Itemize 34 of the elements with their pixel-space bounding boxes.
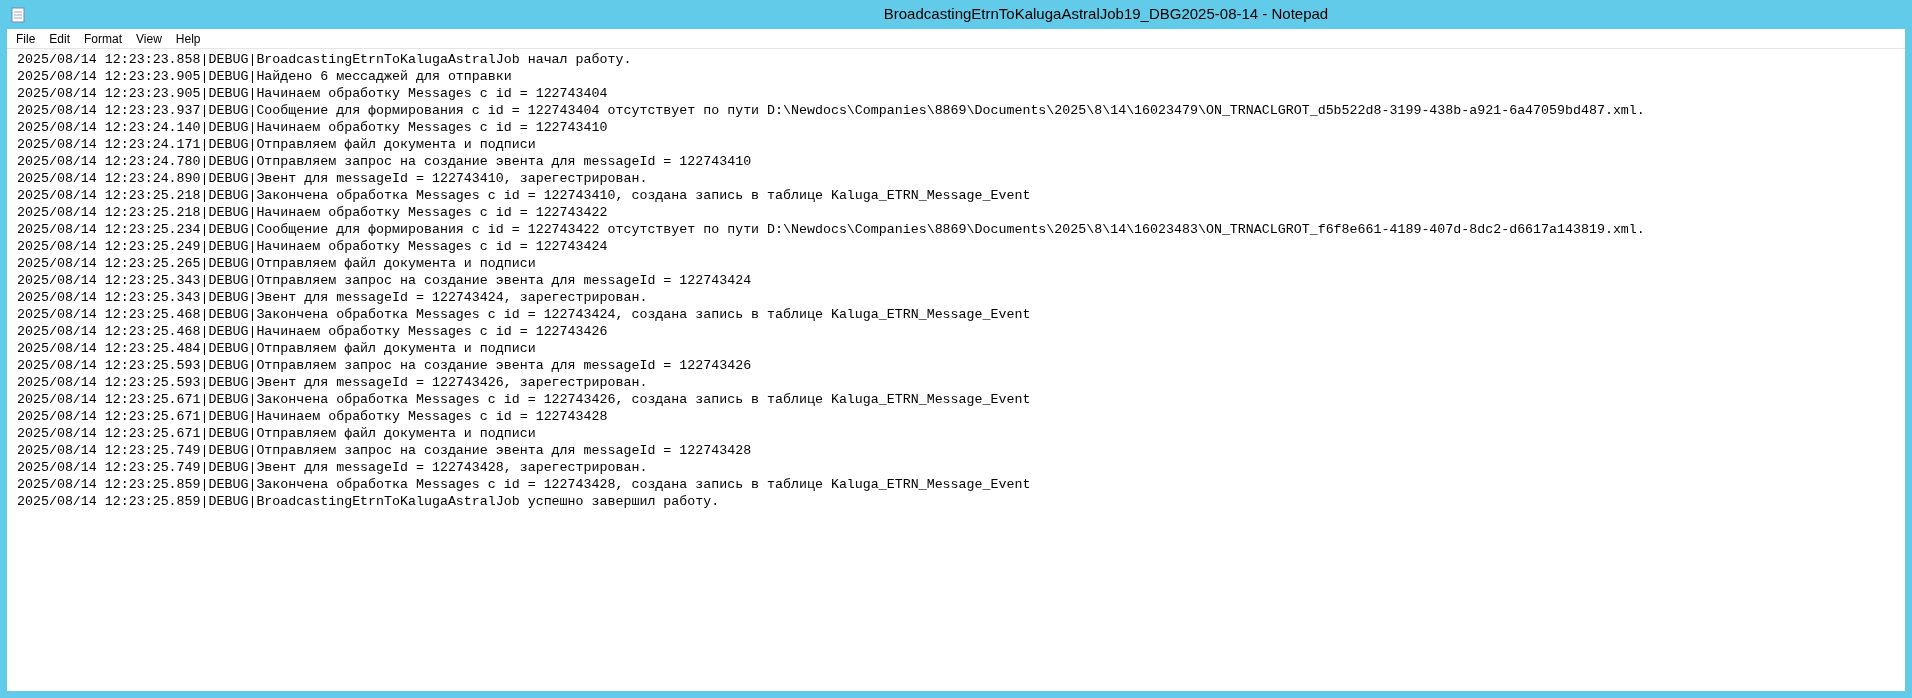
- log-line: 2025/08/14 12:23:24.171|DEBUG|Отправляем файл документа и подписи: [17, 136, 536, 153]
- log-line: 2025/08/14 12:23:25.671|DEBUG|Закончена обработка Messages с id = 122743426, создана запись в таблице Kaluga_ETRN_Message_Event: [17, 391, 1031, 408]
- log-line: 2025/08/14 12:23:25.468|DEBUG|Начинаем обработку Messages с id = 122743426: [17, 323, 608, 340]
- log-line: 2025/08/14 12:23:25.468|DEBUG|Закончена обработка Messages с id = 122743424, создана запись в таблице Kaluga_ETRN_Message_Event: [17, 306, 1031, 323]
- log-line: 2025/08/14 12:23:23.905|DEBUG|Начинаем обработку Messages с id = 122743404: [17, 85, 608, 102]
- log-line: 2025/08/14 12:23:25.484|DEBUG|Отправляем файл документа и подписи: [17, 340, 536, 357]
- log-line: 2025/08/14 12:23:25.343|DEBUG|Отправляем запрос на создание эвента для messageId = 122743424: [17, 272, 752, 289]
- log-line: 2025/08/14 12:23:25.859|DEBUG|BroadcastingEtrnToKalugaAstralJob успешно завершил работу.: [17, 493, 720, 510]
- log-line: 2025/08/14 12:23:25.218|DEBUG|Начинаем обработку Messages с id = 122743422: [17, 204, 608, 221]
- log-line: 2025/08/14 12:23:25.234|DEBUG|Сообщение для формирования с id = 122743422 отсутствует по пути D:\Newdocs\Companies\8869\Documents\2025\8\14\16023483\ON_TRNACLGROT_f6f8e661-4189-407d-8dc2-d6617a143819.xml.: [17, 221, 1645, 238]
- menu-item[interactable]: Help: [168, 29, 208, 48]
- menu-item[interactable]: Format: [77, 29, 130, 48]
- log-line: 2025/08/14 12:23:25.859|DEBUG|Закончена обработка Messages с id = 122743428, создана запись в таблице Kaluga_ETRN_Message_Event: [17, 476, 1031, 493]
- log-line: 2025/08/14 12:23:23.937|DEBUG|Сообщение для формирования с id = 122743404 отсутствует по пути D:\Newdocs\Companies\8869\Documents\2025\8\14\16023479\ON_TRNACLGROT_d5b522d8-3199-438b-a921-6a47059bd487.xml.: [17, 102, 1645, 119]
- log-line: 2025/08/14 12:23:25.671|DEBUG|Начинаем обработку Messages с id = 122743428: [17, 408, 608, 425]
- log-line: 2025/08/14 12:23:23.905|DEBUG|Найдено 6 мессаджей для отправки: [17, 68, 512, 85]
- notepad-icon: [11, 7, 25, 23]
- log-line: 2025/08/14 12:23:24.890|DEBUG|Эвент для messageId = 122743410, зарегестрирован.: [17, 170, 648, 187]
- window-title: BroadcastingEtrnToKalugaAstralJob19_DBG2025-08-14 - Notepad: [883, 4, 1329, 25]
- log-line: 2025/08/14 12:23:25.265|DEBUG|Отправляем файл документа и подписи: [17, 255, 536, 272]
- log-line: 2025/08/14 12:23:24.780|DEBUG|Отправляем запрос на создание эвента для messageId = 122743410: [17, 153, 752, 170]
- log-line: 2025/08/14 12:23:25.749|DEBUG|Эвент для messageId = 122743428, зарегестрирован.: [17, 459, 648, 476]
- log-line: 2025/08/14 12:23:25.343|DEBUG|Эвент для messageId = 122743424, зарегестрирован.: [17, 289, 648, 306]
- log-line: 2025/08/14 12:23:25.671|DEBUG|Отправляем файл документа и подписи: [17, 425, 536, 442]
- menu-item[interactable]: View: [129, 29, 169, 48]
- log-line: 2025/08/14 12:23:25.593|DEBUG|Эвент для messageId = 122743426, зарегестрирован.: [17, 374, 648, 391]
- log-line: 2025/08/14 12:23:25.749|DEBUG|Отправляем запрос на создание эвента для messageId = 122743428: [17, 442, 752, 459]
- menu-item[interactable]: Edit: [42, 29, 78, 48]
- log-line: 2025/08/14 12:23:23.858|DEBUG|BroadcastingEtrnToKalugaAstralJob начал работу.: [17, 51, 632, 68]
- log-line: 2025/08/14 12:23:25.218|DEBUG|Закончена обработка Messages с id = 122743410, создана запись в таблице Kaluga_ETRN_Message_Event: [17, 187, 1031, 204]
- log-line: 2025/08/14 12:23:25.593|DEBUG|Отправляем запрос на создание эвента для messageId = 122743426: [17, 357, 752, 374]
- log-line: 2025/08/14 12:23:25.249|DEBUG|Начинаем обработку Messages с id = 122743424: [17, 238, 608, 255]
- log-line: 2025/08/14 12:23:24.140|DEBUG|Начинаем обработку Messages с id = 122743410: [17, 119, 608, 136]
- menu-item[interactable]: File: [9, 29, 43, 48]
